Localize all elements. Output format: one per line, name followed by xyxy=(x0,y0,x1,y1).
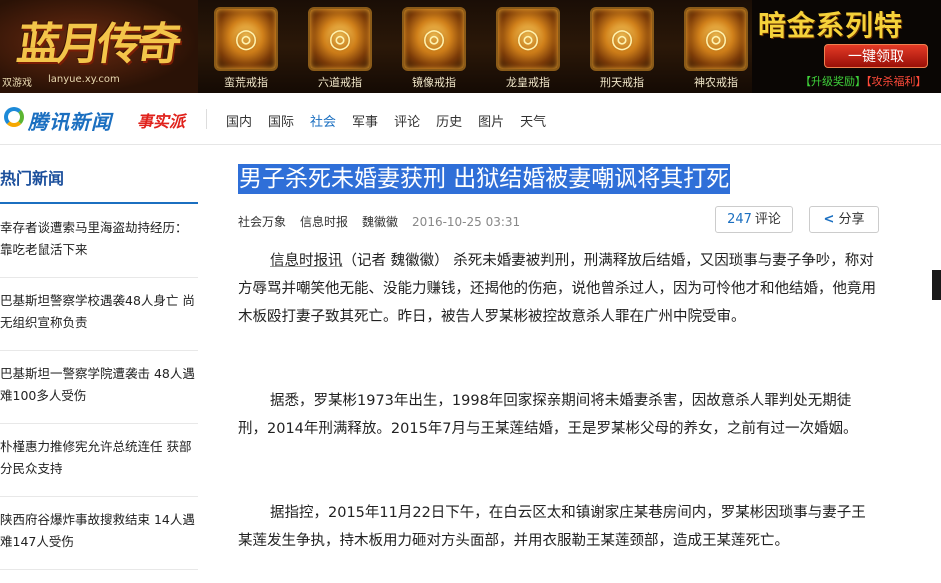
paragraph-source-link[interactable]: 信息时报讯 xyxy=(270,253,343,269)
ring-icon: ◎ xyxy=(590,7,654,71)
nav-item-opinion[interactable]: 评论 xyxy=(394,111,420,130)
ring-label: 龙皇戒指 xyxy=(506,76,550,89)
nav-menu: 国内 国际 社会 军事 评论 历史 图片 天气 xyxy=(226,111,562,130)
article-author: 魏徽徽 xyxy=(362,215,399,229)
claim-button[interactable]: 一键领取 xyxy=(824,44,928,68)
article-headline-text: 男子杀死未婚妻获刑 出狱结婚被妻嘲讽将其打死 xyxy=(238,164,731,194)
top-ad-banner[interactable]: 蓝月传奇 双游戏 lanyue.xy.com ◎ 蛮荒戒指 ◎ 六道戒指 ◎ 镜… xyxy=(0,0,941,93)
ad-title: 暗金系列特 xyxy=(758,9,904,42)
ring-item[interactable]: ◎ 蛮荒戒指 xyxy=(202,4,296,90)
ring-list: ◎ 蛮荒戒指 ◎ 六道戒指 ◎ 镜像戒指 ◎ 龙皇戒指 ◎ 刑天戒指 ◎ 神农戒… xyxy=(202,4,766,90)
hot-news-sidebar: 热门新闻 幸存者谈遭索马里海盗劫持经历：靠吃老鼠活下来 巴基斯坦警察学校遇袭48… xyxy=(0,145,198,583)
upgrade-reward-link[interactable]: 【升级奖励】 xyxy=(800,75,866,88)
hot-news-item[interactable]: 陕西府谷爆炸事故搜救结束 14人遇难147人受伤 xyxy=(0,497,198,570)
nav-item-society[interactable]: 社会 xyxy=(310,111,336,130)
hot-news-item[interactable]: 朴槿惠力推修宪允许总统连任 获部分民众支持 xyxy=(0,424,198,497)
nav-item-weather[interactable]: 天气 xyxy=(520,111,546,130)
nav-item-photos[interactable]: 图片 xyxy=(478,111,504,130)
comment-button[interactable]: 247 评论 xyxy=(715,206,793,233)
article-headline: 男子杀死未婚妻获刑 出狱结婚被妻嘲讽将其打死 xyxy=(238,159,731,194)
nav-divider xyxy=(206,109,207,129)
game-brand: 双游戏 xyxy=(2,78,32,89)
hot-news-item[interactable]: 幸存者谈遭索马里海盗劫持经历：靠吃老鼠活下来 xyxy=(0,205,198,278)
ad-promo[interactable]: 暗金系列特 一键领取 【升级奖励】【攻杀福利】 xyxy=(752,0,941,93)
ring-item[interactable]: ◎ 刑天戒指 xyxy=(578,4,672,90)
tencent-logo-icon[interactable] xyxy=(4,107,24,127)
ring-icon: ◎ xyxy=(308,7,372,71)
ring-label: 神农戒指 xyxy=(694,76,738,89)
article-time: 2016-10-25 03:31 xyxy=(412,214,521,229)
comment-label: 评论 xyxy=(754,212,781,227)
sidebar-title: 热门新闻 xyxy=(0,169,65,188)
ring-item[interactable]: ◎ 镜像戒指 xyxy=(390,4,484,90)
ring-item[interactable]: ◎ 龙皇戒指 xyxy=(484,4,578,90)
article-paragraph: 信息时报讯（记者 魏徽徽） 杀死未婚妻被判刑，刑满释放后结婚，又因琐事与妻子争吵… xyxy=(238,247,880,331)
share-label: 分享 xyxy=(838,212,865,227)
ring-icon: ◎ xyxy=(402,7,466,71)
article-paragraph: 据悉，罗某彬1973年出生，1998年回家探亲期间将未婚妻杀害，因故意杀人罪判处… xyxy=(238,393,858,437)
ring-label: 蛮荒戒指 xyxy=(224,76,268,89)
game-logo[interactable]: 蓝月传奇 双游戏 lanyue.xy.com xyxy=(0,0,198,93)
game-url: lanyue.xy.com xyxy=(48,74,120,85)
nav-item-international[interactable]: 国际 xyxy=(268,111,294,130)
ring-label: 镜像戒指 xyxy=(412,76,456,89)
article-category[interactable]: 社会万象 xyxy=(238,213,286,230)
ring-icon: ◎ xyxy=(684,7,748,71)
share-icon: < xyxy=(823,212,835,227)
ring-label: 六道戒指 xyxy=(318,76,362,89)
sidebar-title-underline xyxy=(0,202,198,204)
hot-news-item[interactable]: 巴基斯坦警察学校遇袭48人身亡 尚无组织宣称负责 xyxy=(0,278,198,351)
ring-label: 刑天戒指 xyxy=(600,76,644,89)
hot-news-item[interactable]: 巴基斯坦一警察学院遭袭击 48人遇难100多人受伤 xyxy=(0,351,198,424)
hot-news-list: 幸存者谈遭索马里海盗劫持经历：靠吃老鼠活下来 巴基斯坦警察学校遇袭48人身亡 尚… xyxy=(0,205,198,570)
nav-item-military[interactable]: 军事 xyxy=(352,111,378,130)
article-meta: 社会万象 信息时报 魏徽徽 2016-10-25 03:31 xyxy=(238,213,534,230)
ad-links: 【升级奖励】【攻杀福利】 xyxy=(800,73,927,89)
comment-count: 247 xyxy=(727,212,752,227)
ring-icon: ◎ xyxy=(214,7,278,71)
attack-bonus-link[interactable]: 【攻杀福利】 xyxy=(866,75,927,88)
ring-item[interactable]: ◎ 六道戒指 xyxy=(296,4,390,90)
game-logo-text: 蓝月传奇 xyxy=(13,19,181,70)
site-nav: 腾讯新闻 事实派 国内 国际 社会 军事 评论 历史 图片 天气 xyxy=(0,93,941,145)
article-paragraph: 据指控，2015年11月22日下午，在白云区太和镇谢家庄某巷房间内，罗某彬因琐事… xyxy=(238,505,866,549)
share-button[interactable]: < 分享 xyxy=(809,206,879,233)
sub-logo[interactable]: 事实派 xyxy=(137,108,185,132)
nav-item-domestic[interactable]: 国内 xyxy=(226,111,252,130)
site-logo[interactable]: 腾讯新闻 xyxy=(28,106,112,135)
nav-item-history[interactable]: 历史 xyxy=(436,111,462,130)
scrollbar-thumb[interactable] xyxy=(932,270,941,300)
article-source[interactable]: 信息时报 xyxy=(300,213,348,230)
ring-icon: ◎ xyxy=(496,7,560,71)
